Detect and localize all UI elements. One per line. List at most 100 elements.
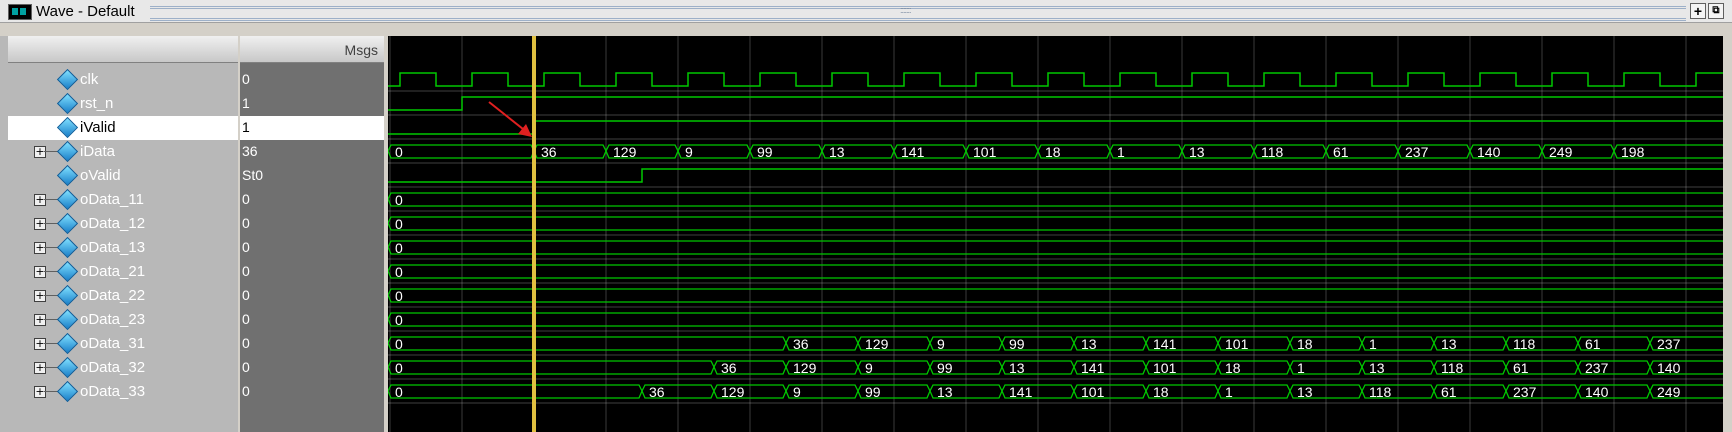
vertical-scrollbar[interactable]: [1723, 36, 1732, 432]
signal-name: oData_31: [80, 335, 146, 352]
bus-value: 237: [1513, 384, 1537, 400]
bus-value: 140: [1585, 384, 1609, 400]
bus-segment: [388, 144, 535, 159]
wave-window-icon: [8, 4, 32, 20]
bus-value: 141: [901, 144, 925, 160]
bus-value: 36: [793, 336, 809, 352]
signal-row-oData_11[interactable]: + oData_11: [8, 188, 238, 212]
signal-value-row[interactable]: St0: [240, 164, 384, 188]
time-cursor: [532, 36, 536, 432]
signal-row-oData_33[interactable]: + oData_33: [8, 380, 238, 404]
signal-value: 36: [242, 143, 258, 159]
bus-value: 129: [793, 360, 817, 376]
expand-icon[interactable]: +: [34, 338, 46, 350]
signal-icon: [56, 308, 79, 331]
waveform-canvas[interactable]: 0 36 129 9 99 13 141 101 18 1 13 118 61 237 140 249 1980…: [388, 36, 1723, 432]
bus-value: 18: [1225, 360, 1241, 376]
bus-segment: [388, 336, 787, 351]
signal-value-row[interactable]: 1: [240, 92, 384, 116]
add-pane-icon[interactable]: +: [1690, 3, 1706, 19]
signal-value-row[interactable]: 0: [240, 236, 384, 260]
expand-icon[interactable]: +: [34, 146, 46, 158]
signal-value-row[interactable]: 0: [240, 260, 384, 284]
signal-row-clk[interactable]: clk: [8, 68, 238, 92]
signal-value: 0: [242, 383, 250, 399]
signal-value-row[interactable]: 0: [240, 380, 384, 404]
signal-value: 0: [242, 287, 250, 303]
signal-row-oData_13[interactable]: + oData_13: [8, 236, 238, 260]
signal-name: oData_22: [80, 287, 146, 304]
signal-icon: [56, 356, 79, 379]
bus-value: 0: [395, 288, 403, 304]
signal-row-oData_12[interactable]: + oData_12: [8, 212, 238, 236]
expand-icon[interactable]: +: [34, 290, 46, 302]
bus-value: 1: [1369, 336, 1377, 352]
bus-value: 140: [1477, 144, 1501, 160]
signal-value-row[interactable]: 0: [240, 68, 384, 92]
signal-row-oData_22[interactable]: + oData_22: [8, 284, 238, 308]
signal-value: 0: [242, 71, 250, 87]
signal-row-oData_21[interactable]: + oData_21: [8, 260, 238, 284]
bus-value: 0: [395, 312, 403, 328]
titlebar-grip[interactable]: :::::::: [900, 5, 930, 17]
bus-segment: [388, 216, 1723, 231]
bus-value: 0: [395, 384, 403, 400]
bus-value: 36: [721, 360, 737, 376]
signal-row-oValid[interactable]: oValid: [8, 164, 238, 188]
signal-name: oValid: [80, 167, 121, 184]
bus-value: 13: [1081, 336, 1097, 352]
signal-value-row[interactable]: 0: [240, 332, 384, 356]
signal-value: 0: [242, 191, 250, 207]
signal-value: St0: [242, 167, 264, 183]
bus-value: 61: [1513, 360, 1529, 376]
signal-value: 0: [242, 359, 250, 375]
signal-icon: [56, 164, 79, 187]
signal-row-iData[interactable]: + iData: [8, 140, 238, 164]
undock-icon[interactable]: ⧉: [1708, 3, 1724, 19]
signal-row-oData_31[interactable]: + oData_31: [8, 332, 238, 356]
signal-value-row[interactable]: 36: [240, 140, 384, 164]
expand-icon[interactable]: +: [34, 266, 46, 278]
window-title: Wave - Default: [36, 3, 135, 20]
signal-value-row[interactable]: 0: [240, 308, 384, 332]
expand-icon[interactable]: +: [34, 314, 46, 326]
name-column-header: [8, 36, 238, 63]
signal-value: 1: [242, 95, 250, 111]
bus-segment: [388, 384, 643, 399]
bus-value: 99: [937, 360, 953, 376]
signal-value-row[interactable]: 0: [240, 284, 384, 308]
signal-row-rst_n[interactable]: rst_n: [8, 92, 238, 116]
bus-value: 9: [793, 384, 801, 400]
expand-icon[interactable]: +: [34, 362, 46, 374]
bus-value: 1: [1297, 360, 1305, 376]
bus-segment: [388, 312, 1723, 327]
bus-value: 13: [1009, 360, 1025, 376]
waveform-pane[interactable]: 0 36 129 9 99 13 141 101 18 1 13 118 61 237 140 249 198 0…: [388, 36, 1723, 432]
signal-row-oData_23[interactable]: + oData_23: [8, 308, 238, 332]
ivalid-wave: [388, 120, 1723, 135]
bus-value: 101: [1225, 336, 1249, 352]
signal-value-row[interactable]: 0: [240, 356, 384, 380]
bus-value: 61: [1441, 384, 1457, 400]
signal-name: oData_33: [80, 383, 146, 400]
bus-value: 141: [1081, 360, 1105, 376]
signal-value-row[interactable]: 0: [240, 212, 384, 236]
signal-icon: [56, 188, 79, 211]
signal-value-row[interactable]: 1: [240, 116, 384, 140]
expand-icon[interactable]: +: [34, 242, 46, 254]
signal-icon: [56, 92, 79, 115]
expand-icon[interactable]: +: [34, 386, 46, 398]
bus-value: 36: [541, 144, 557, 160]
expand-icon[interactable]: +: [34, 194, 46, 206]
signal-value-row[interactable]: 0: [240, 188, 384, 212]
signal-name: rst_n: [80, 95, 114, 112]
signal-name: clk: [80, 71, 99, 88]
bus-value: 141: [1009, 384, 1033, 400]
bus-value: 140: [1657, 360, 1681, 376]
expand-icon[interactable]: +: [34, 218, 46, 230]
bus-value: 9: [937, 336, 945, 352]
bus-value: 99: [1009, 336, 1025, 352]
signal-row-oData_32[interactable]: + oData_32: [8, 356, 238, 380]
signal-row-iValid[interactable]: iValid: [8, 116, 238, 140]
bus-value: 18: [1045, 144, 1061, 160]
